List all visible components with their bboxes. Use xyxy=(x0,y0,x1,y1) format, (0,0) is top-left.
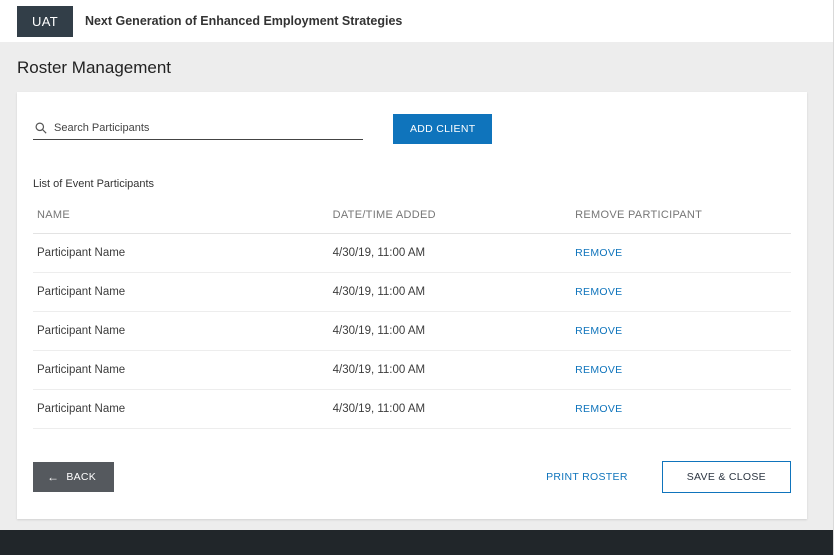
participant-date: 4/30/19, 11:00 AM xyxy=(329,312,572,351)
table-row: Participant Name 4/30/19, 11:00 AM REMOV… xyxy=(33,273,791,312)
table-row: Participant Name 4/30/19, 11:00 AM REMOV… xyxy=(33,312,791,351)
card-actions: ← BACK PRINT ROSTER SAVE & CLOSE xyxy=(33,461,791,493)
participant-date: 4/30/19, 11:00 AM xyxy=(329,234,572,273)
app-title: Next Generation of Enhanced Employment S… xyxy=(85,14,402,28)
column-header-date: DATE/TIME ADDED xyxy=(329,196,572,234)
table-row: Participant Name 4/30/19, 11:00 AM REMOV… xyxy=(33,390,791,429)
table-row: Participant Name 4/30/19, 11:00 AM REMOV… xyxy=(33,234,791,273)
column-header-remove: REMOVE PARTICIPANT xyxy=(571,196,791,234)
environment-badge: UAT xyxy=(17,6,73,37)
participant-name: Participant Name xyxy=(33,234,329,273)
remove-link[interactable]: REMOVE xyxy=(575,364,622,376)
participant-name: Participant Name xyxy=(33,351,329,390)
participant-date: 4/30/19, 11:00 AM xyxy=(329,351,572,390)
search-input[interactable] xyxy=(54,122,361,134)
list-label: List of Event Participants xyxy=(33,178,791,190)
footer-bar xyxy=(0,530,833,555)
table-row: Participant Name 4/30/19, 11:00 AM REMOV… xyxy=(33,351,791,390)
back-button-label: BACK xyxy=(66,471,96,483)
page-title: Roster Management xyxy=(0,42,833,92)
remove-link[interactable]: REMOVE xyxy=(575,403,622,415)
roster-panel: ADD CLIENT List of Event Participants NA… xyxy=(17,92,807,519)
participant-date: 4/30/19, 11:00 AM xyxy=(329,390,572,429)
remove-link[interactable]: REMOVE xyxy=(575,325,622,337)
search-row: ADD CLIENT xyxy=(33,114,791,144)
participants-table: NAME DATE/TIME ADDED REMOVE PARTICIPANT … xyxy=(33,196,791,429)
remove-link[interactable]: REMOVE xyxy=(575,286,622,298)
participant-name: Participant Name xyxy=(33,390,329,429)
back-arrow-icon: ← xyxy=(47,471,59,483)
search-field[interactable] xyxy=(33,118,363,140)
column-header-name: NAME xyxy=(33,196,329,234)
add-client-button[interactable]: ADD CLIENT xyxy=(393,114,492,144)
save-close-button[interactable]: SAVE & CLOSE xyxy=(662,461,791,493)
search-icon xyxy=(35,122,47,134)
print-roster-link[interactable]: PRINT ROSTER xyxy=(546,471,628,483)
back-button[interactable]: ← BACK xyxy=(33,462,114,492)
participant-name: Participant Name xyxy=(33,273,329,312)
table-header-row: NAME DATE/TIME ADDED REMOVE PARTICIPANT xyxy=(33,196,791,234)
remove-link[interactable]: REMOVE xyxy=(575,247,622,259)
participant-name: Participant Name xyxy=(33,312,329,351)
participant-date: 4/30/19, 11:00 AM xyxy=(329,273,572,312)
app-header: UAT Next Generation of Enhanced Employme… xyxy=(0,0,833,42)
